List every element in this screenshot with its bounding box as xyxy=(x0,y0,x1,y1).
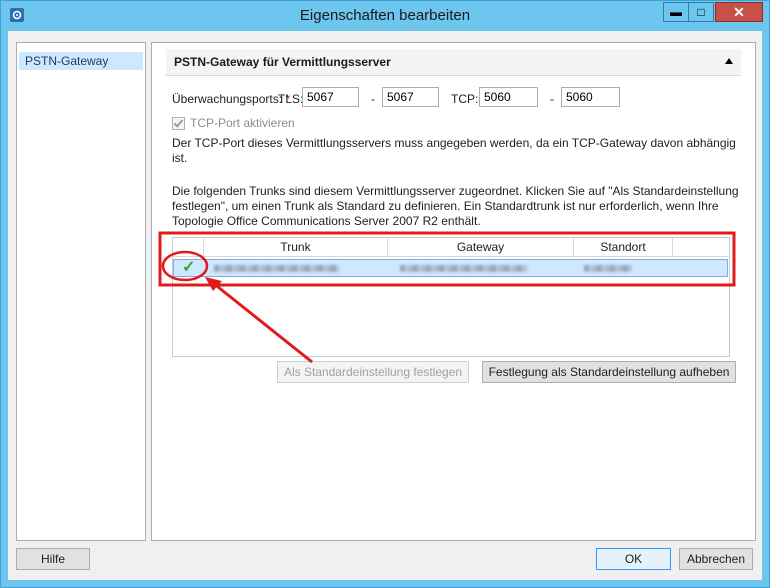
tcp-port-checkbox[interactable] xyxy=(172,117,185,130)
tcp-label: TCP: xyxy=(451,92,479,106)
tls-label: TLS: xyxy=(278,92,304,106)
column-header-default[interactable] xyxy=(173,238,204,256)
tls-port-from-input[interactable] xyxy=(302,87,359,107)
section-title: PSTN-Gateway für Vermittlungsserver xyxy=(174,55,391,69)
column-header-trunk[interactable]: Trunk xyxy=(204,238,388,256)
column-header-standort[interactable]: Standort xyxy=(574,238,673,256)
minimize-button[interactable]: ▬ xyxy=(663,2,689,22)
dialog-window: Eigenschaften bearbeiten ▬ □ ✕ PSTN-Gate… xyxy=(0,0,770,588)
standort-cell-redacted xyxy=(584,265,632,272)
sidebar: PSTN-Gateway xyxy=(16,42,146,541)
tcp-port-from-input[interactable] xyxy=(479,87,538,107)
help-button[interactable]: Hilfe xyxy=(16,548,90,570)
close-button[interactable]: ✕ xyxy=(715,2,763,22)
port-range-dash: - xyxy=(550,92,554,106)
content-panel: PSTN-Gateway für Vermittlungsserver Über… xyxy=(151,42,756,541)
tls-port-to-input[interactable] xyxy=(382,87,439,107)
collapse-arrow-icon[interactable] xyxy=(725,58,733,64)
cancel-button[interactable]: Abbrechen xyxy=(679,548,753,570)
tcp-port-checkbox-label: TCP-Port aktivieren xyxy=(190,116,295,130)
sidebar-item-pstn-gateway[interactable]: PSTN-Gateway xyxy=(19,52,143,70)
set-default-button[interactable]: Als Standardeinstellung festlegen xyxy=(277,361,469,383)
trunk-info-text: Die folgenden Trunks sind diesem Vermitt… xyxy=(172,184,739,228)
table-row[interactable]: ✓ xyxy=(173,259,728,277)
table-header: Trunk Gateway Standort xyxy=(173,238,729,257)
title-bar[interactable]: Eigenschaften bearbeiten ▬ □ ✕ xyxy=(1,1,769,31)
unset-default-button[interactable]: Festlegung als Standardeinstellung aufhe… xyxy=(482,361,736,383)
window-title: Eigenschaften bearbeiten xyxy=(299,7,471,24)
ok-button[interactable]: OK xyxy=(596,548,671,570)
gateway-cell-redacted xyxy=(400,265,527,272)
tcp-port-to-input[interactable] xyxy=(561,87,620,107)
default-checkmark-icon: ✓ xyxy=(182,259,196,276)
tcp-note-text: Der TCP-Port dieses Vermittlungsservers … xyxy=(172,136,736,165)
trunk-cell-redacted xyxy=(214,265,339,272)
column-header-gateway[interactable]: Gateway xyxy=(388,238,574,256)
ports-label: Überwachungsports: * xyxy=(172,92,291,106)
trunk-table: Trunk Gateway Standort ✓ xyxy=(172,237,730,357)
section-header[interactable]: PSTN-Gateway für Vermittlungsserver xyxy=(166,49,741,76)
column-header-filler xyxy=(673,238,729,256)
maximize-button[interactable]: □ xyxy=(688,2,714,22)
port-range-dash: - xyxy=(371,92,375,106)
dialog-client-area: PSTN-Gateway PSTN-Gateway für Vermittlun… xyxy=(8,31,762,580)
